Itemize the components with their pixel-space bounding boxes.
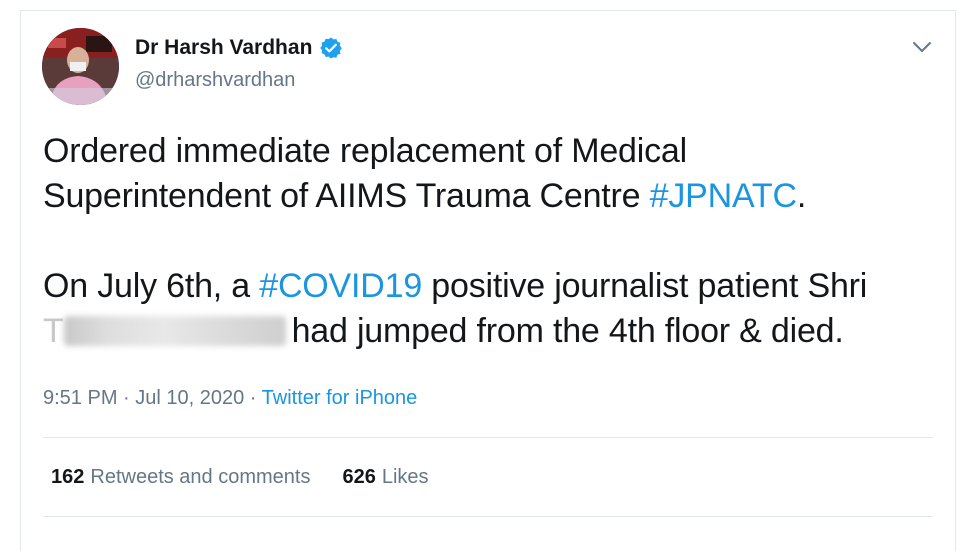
verified-badge-icon — [319, 36, 343, 60]
retweets-label: Retweets and comments — [90, 466, 311, 488]
redacted-name-initial: T — [43, 312, 64, 350]
tweet-card: Dr Harsh Vardhan @drharshvardhan Ordered… — [20, 10, 956, 551]
tweet-paragraph-1: Ordered immediate replacement of Medical… — [43, 129, 943, 219]
chevron-down-icon[interactable] — [911, 39, 933, 55]
avatar[interactable] — [42, 28, 119, 105]
hashtag-link[interactable]: #JPNATC — [650, 177, 797, 215]
tweet-text: Ordered immediate replacement of Medical… — [43, 129, 943, 354]
retweets-count: 162 — [51, 466, 85, 488]
tweet-text-segment: Superintendent of AIIMS Trauma Centre — [43, 177, 650, 215]
user-handle[interactable]: @drharshvardhan — [135, 69, 295, 92]
display-name[interactable]: Dr Harsh Vardhan — [135, 36, 312, 60]
avatar-image — [42, 28, 119, 105]
tweet-text-segment: Ordered immediate replacement of Medical — [43, 132, 687, 170]
redacted-name-blur — [63, 316, 286, 346]
tweet-text-segment: positive journalist patient Shri — [422, 267, 868, 305]
tweet-stats: 162 Retweets and comments 626 Likes — [51, 466, 429, 489]
divider — [43, 516, 933, 517]
tweet-time[interactable]: 9:51 PM — [43, 387, 117, 409]
likes-label: Likes — [381, 466, 429, 488]
meta-separator: · — [244, 387, 262, 409]
tweet-paragraph-2: On July 6th, a #COVID19 positive journal… — [43, 264, 943, 354]
tweet-source-link[interactable]: Twitter for iPhone — [262, 387, 418, 409]
retweets-stat[interactable]: 162 Retweets and comments — [51, 466, 310, 489]
hashtag-link[interactable]: #COVID19 — [259, 267, 422, 305]
tweet-text-segment: . — [796, 177, 807, 215]
tweet-text-segment: On July 6th, a — [43, 267, 260, 305]
likes-stat[interactable]: 626 Likes — [342, 466, 428, 489]
meta-separator: · — [117, 387, 136, 409]
divider — [43, 437, 933, 438]
tweet-metadata: 9:51 PM · Jul 10, 2020 · Twitter for iPh… — [43, 387, 417, 410]
tweet-date[interactable]: Jul 10, 2020 — [135, 387, 244, 409]
tweet-text-segment: had jumped from the 4th floor & died. — [291, 312, 844, 350]
likes-count: 626 — [342, 466, 376, 488]
